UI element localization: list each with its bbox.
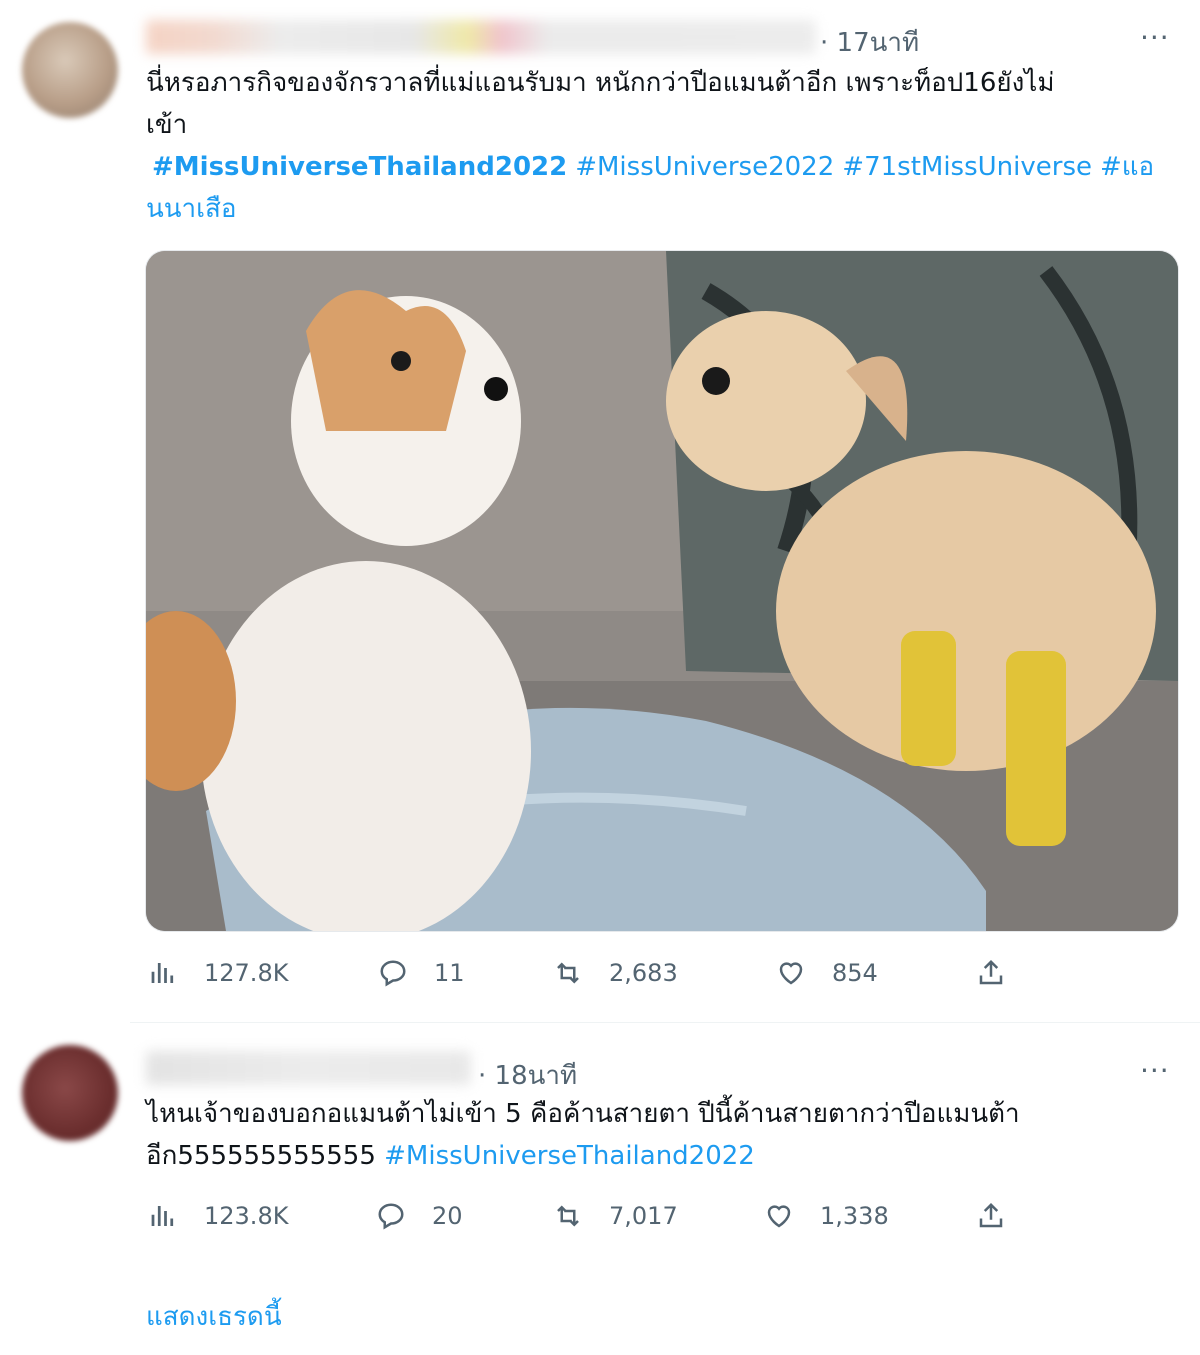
tweet-image-dogs[interactable] <box>145 250 1179 932</box>
share-button[interactable] <box>976 958 1032 988</box>
dogs-photo-illustration <box>146 251 1178 931</box>
hashtag-link-wrap[interactable]: นนาเสือ <box>146 188 1186 230</box>
retweet-count: 2,683 <box>609 959 678 987</box>
like-count: 1,338 <box>820 1202 889 1230</box>
retweet-icon <box>557 962 579 984</box>
tweet-timestamp[interactable]: · 18นาที <box>478 1055 577 1096</box>
show-thread-link[interactable]: แสดงเธรดนี้ <box>146 1296 282 1337</box>
hashtag-link[interactable]: #MissUniverseThailand2022 <box>152 152 567 182</box>
reply-icon <box>378 1203 404 1230</box>
views-icon <box>151 1206 174 1226</box>
tweet-text-line-1: นี่หรอภารกิจของจักรวาลที่แม่แอนรับมา หนั… <box>146 68 1055 98</box>
more-options-icon[interactable]: ··· <box>1140 1057 1170 1085</box>
share-icon <box>979 1202 1003 1228</box>
tweet-text-plain: อีก555555555555 <box>146 1141 376 1171</box>
share-button[interactable] <box>976 1201 1032 1231</box>
views-button[interactable]: 127.8K <box>148 958 288 988</box>
avatar[interactable] <box>22 22 118 118</box>
tweet-text-line-2: อีก555555555555 #MissUniverseThailand202… <box>146 1135 1186 1177</box>
tweet-actions: 127.8K 11 2,683 854 <box>148 958 1048 998</box>
retweet-count: 7,017 <box>609 1202 678 1230</box>
reply-button[interactable]: 11 <box>378 958 465 988</box>
hashtag-link[interactable]: #แอ <box>1100 152 1154 182</box>
views-count: 127.8K <box>204 959 289 987</box>
tweet-1[interactable]: · 17นาที ··· นี่หรอภารกิจของจักรวาลที่แม… <box>0 0 1200 1022</box>
retweet-icon <box>557 1205 579 1227</box>
reply-icon <box>380 960 406 987</box>
reply-button[interactable]: 20 <box>376 1201 463 1231</box>
reply-count: 11 <box>434 959 465 987</box>
tweet-text-line-1: ไหนเจ้าของบอกอแมนต้าไม่เข้า 5 คือค้านสาย… <box>146 1099 1020 1129</box>
hashtag-link[interactable]: #MissUniverseThailand2022 <box>384 1141 755 1171</box>
tweet-actions: 123.8K 20 7,017 1,338 <box>148 1201 1048 1241</box>
reply-count: 20 <box>432 1202 463 1230</box>
avatar[interactable] <box>22 1045 118 1141</box>
like-button[interactable]: 1,338 <box>764 1201 889 1231</box>
author-name-blurred[interactable] <box>146 1051 471 1085</box>
tweet-text: ไหนเจ้าของบอกอแมนต้าไม่เข้า 5 คือค้านสาย… <box>146 1093 1186 1177</box>
tweet-text: นี่หรอภารกิจของจักรวาลที่แม่แอนรับมา หนั… <box>146 62 1186 230</box>
tweet-timestamp[interactable]: · 17นาที <box>820 22 919 63</box>
like-icon <box>779 962 803 985</box>
hashtag-link[interactable]: #MissUniverse2022 <box>575 152 834 182</box>
retweet-button[interactable]: 7,017 <box>553 1201 678 1231</box>
hashtag-link[interactable]: #71stMissUniverse <box>842 152 1092 182</box>
author-name-blurred[interactable] <box>146 20 816 54</box>
tweet-text-line-2: เข้า <box>146 110 188 140</box>
more-options-icon[interactable]: ··· <box>1140 24 1170 52</box>
hashtag-line: #MissUniverseThailand2022 #MissUniverse20… <box>152 146 1186 188</box>
like-button[interactable]: 854 <box>776 958 878 988</box>
like-icon <box>767 1205 791 1228</box>
views-icon <box>151 963 174 983</box>
tweet-2[interactable]: · 18นาที ··· ไหนเจ้าของบอกอแมนต้าไม่เข้า… <box>0 1023 1200 1283</box>
like-count: 854 <box>832 959 878 987</box>
retweet-button[interactable]: 2,683 <box>553 958 678 988</box>
share-icon <box>979 959 1003 985</box>
views-button[interactable]: 123.8K <box>148 1201 288 1231</box>
views-count: 123.8K <box>204 1202 289 1230</box>
